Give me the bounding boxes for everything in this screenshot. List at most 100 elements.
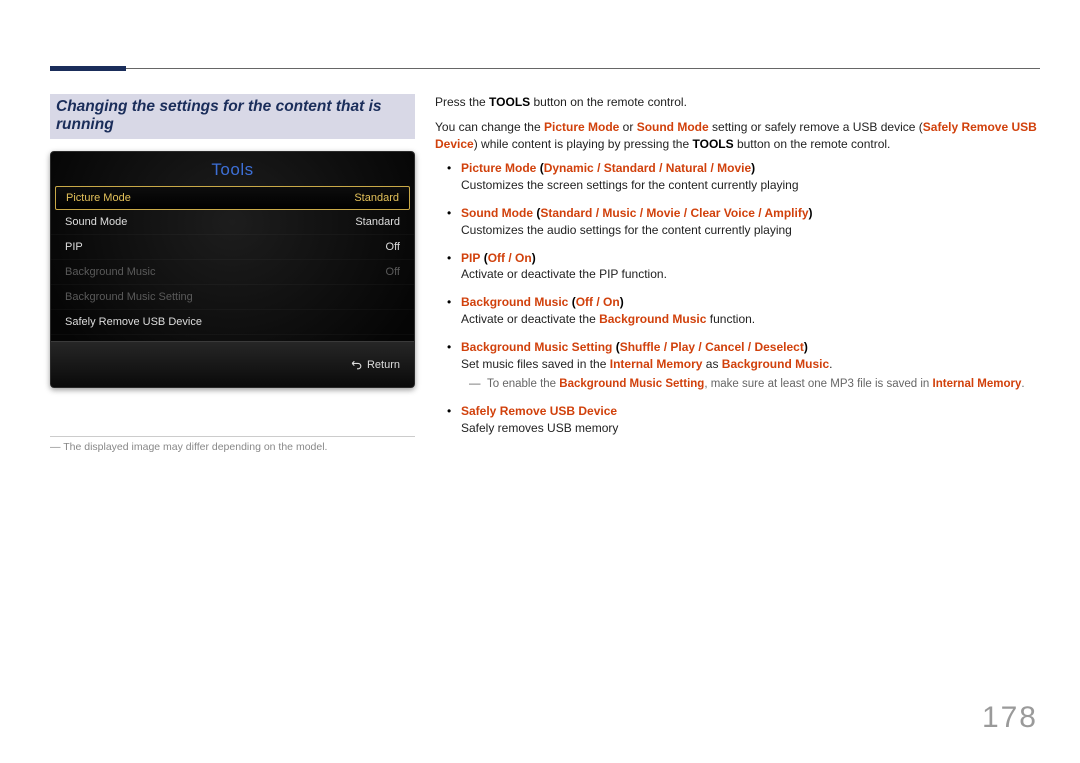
opt: Shuffle: [620, 340, 661, 354]
intro-line-2: You can change the Picture Mode or Sound…: [435, 119, 1040, 153]
opt: Off: [488, 251, 505, 265]
item-safely-remove: Safely Remove USB Device Safely removes …: [435, 403, 1040, 437]
text: or: [619, 120, 636, 134]
text: Set music files saved in the: [461, 357, 610, 371]
item-bg-music: Background Music (Off / On) Activate or …: [435, 294, 1040, 328]
item-title: Background Music: [461, 295, 568, 309]
sep: /: [656, 161, 666, 175]
item-desc: Activate or deactivate the Background Mu…: [461, 311, 1040, 328]
sep: /: [695, 340, 705, 354]
text: Press the: [435, 95, 489, 109]
opt: Amplify: [764, 206, 808, 220]
text: ) while content is playing by pressing t…: [474, 137, 693, 151]
osd-row-label: Background Music Setting: [65, 291, 193, 303]
image-caption-note: The displayed image may differ depending…: [50, 436, 415, 453]
osd-row-label: Background Music: [65, 266, 156, 278]
left-column: Changing the settings for the content th…: [50, 94, 415, 453]
opt: Play: [670, 340, 695, 354]
sep: /: [505, 251, 515, 265]
highlight: Background Music: [599, 312, 706, 326]
item-title: Background Music Setting: [461, 340, 612, 354]
item-desc: Customizes the screen settings for the c…: [461, 177, 1040, 194]
right-column: Press the TOOLS button on the remote con…: [435, 94, 1040, 453]
tools-osd-title: Tools: [51, 152, 414, 186]
section-heading: Changing the settings for the content th…: [50, 94, 415, 139]
opt: Movie: [646, 206, 680, 220]
osd-row-label: PIP: [65, 241, 83, 253]
item-desc: Set music files saved in the Internal Me…: [461, 356, 1040, 373]
highlight: Sound Mode: [637, 120, 709, 134]
paren: ): [751, 161, 755, 175]
osd-row-sound-mode[interactable]: Sound Mode Standard: [51, 210, 414, 235]
sep: /: [660, 340, 670, 354]
opt: On: [603, 295, 620, 309]
paren: ): [804, 340, 808, 354]
opt: Standard: [540, 206, 592, 220]
item-pip: PIP (Off / On) Activate or deactivate th…: [435, 250, 1040, 284]
text: function.: [706, 312, 755, 326]
return-icon: [350, 358, 363, 371]
highlight: Internal Memory: [933, 378, 1022, 390]
opt: Standard: [604, 161, 656, 175]
osd-row-bg-music-setting: Background Music Setting: [51, 285, 414, 310]
paren: ): [620, 295, 624, 309]
text: .: [1021, 378, 1024, 390]
text: button on the remote control.: [530, 95, 687, 109]
osd-row-value: Off: [386, 266, 400, 278]
item-desc: Safely removes USB memory: [461, 420, 1040, 437]
osd-row-value: Standard: [354, 192, 399, 204]
text: To enable the: [487, 378, 559, 390]
sep: /: [594, 161, 604, 175]
item-desc: Activate or deactivate the PIP function.: [461, 266, 1040, 283]
highlight: Internal Memory: [610, 357, 703, 371]
text: setting or safely remove a USB device (: [709, 120, 923, 134]
item-desc: Customizes the audio settings for the co…: [461, 222, 1040, 239]
opt: On: [515, 251, 532, 265]
opt: Natural: [666, 161, 707, 175]
item-title: Picture Mode: [461, 161, 536, 175]
page-content: Changing the settings for the content th…: [50, 94, 1040, 453]
text: You can change the: [435, 120, 544, 134]
text: as: [702, 357, 721, 371]
osd-row-safely-remove[interactable]: Safely Remove USB Device: [51, 310, 414, 335]
text: , make sure at least one MP3 file is sav…: [704, 378, 932, 390]
accent-bar: [50, 66, 126, 71]
item-title: PIP: [461, 251, 480, 265]
return-label: Return: [367, 359, 400, 371]
opt: Clear Voice: [690, 206, 754, 220]
osd-row-picture-mode[interactable]: Picture Mode Standard: [55, 186, 410, 210]
text: button on the remote control.: [734, 137, 891, 151]
osd-row-value: Standard: [355, 216, 400, 228]
paren: ): [532, 251, 536, 265]
paren: ): [809, 206, 813, 220]
item-sound-mode: Sound Mode (Standard / Music / Movie / C…: [435, 205, 1040, 239]
osd-row-pip[interactable]: PIP Off: [51, 235, 414, 260]
opt: Movie: [717, 161, 751, 175]
sep: /: [592, 206, 602, 220]
bold-text: TOOLS: [489, 95, 530, 109]
horizontal-rule: [50, 68, 1040, 69]
osd-row-label: Safely Remove USB Device: [65, 316, 202, 328]
opt: Off: [576, 295, 593, 309]
sep: /: [744, 340, 754, 354]
item-title: Safely Remove USB Device: [461, 404, 617, 418]
osd-row-bg-music: Background Music Off: [51, 260, 414, 285]
opt: Deselect: [754, 340, 803, 354]
item-note: To enable the Background Music Setting, …: [461, 376, 1040, 392]
osd-row-value: Off: [386, 241, 400, 253]
tools-osd-footer: Return: [51, 341, 414, 387]
opt: Cancel: [705, 340, 744, 354]
sep: /: [680, 206, 690, 220]
tools-osd-list: Picture Mode Standard Sound Mode Standar…: [51, 186, 414, 341]
text: .: [829, 357, 832, 371]
sep: /: [593, 295, 603, 309]
feature-list: Picture Mode (Dynamic / Standard / Natur…: [435, 160, 1040, 437]
intro-line-1: Press the TOOLS button on the remote con…: [435, 94, 1040, 111]
bold-text: TOOLS: [693, 137, 734, 151]
return-button[interactable]: Return: [350, 358, 400, 371]
sep: /: [636, 206, 646, 220]
highlight: Background Music: [722, 357, 829, 371]
page-number: 178: [982, 701, 1038, 735]
sep: /: [707, 161, 717, 175]
osd-row-label: Sound Mode: [65, 216, 127, 228]
